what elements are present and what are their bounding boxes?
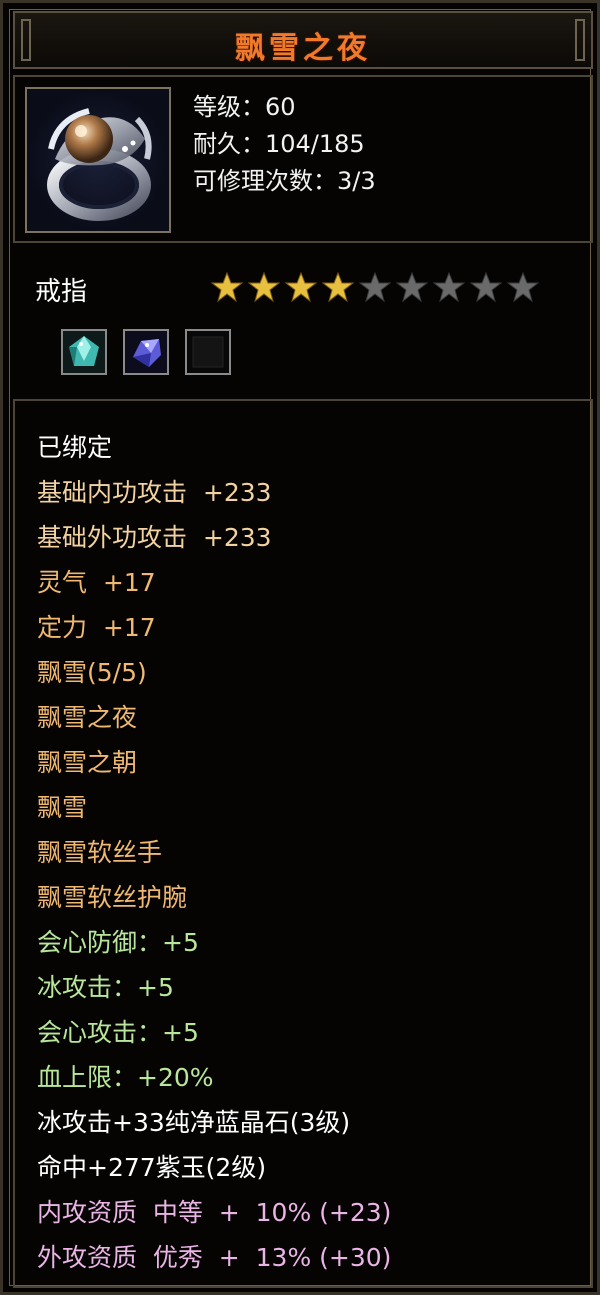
detail-line: 飘雪 bbox=[37, 793, 88, 822]
detail-line: 会心防御：+5 bbox=[37, 928, 199, 957]
detail-line: 会心攻击：+5 bbox=[37, 1018, 199, 1047]
star-empty-icon bbox=[507, 271, 539, 303]
star-filled-icon bbox=[285, 271, 317, 303]
repair-count-text: 可修理次数：3/3 bbox=[193, 167, 376, 195]
star-empty-icon bbox=[470, 271, 502, 303]
detail-line: 命中+277紫玉(2级) bbox=[37, 1153, 267, 1182]
detail-line: 已绑定 bbox=[37, 433, 113, 462]
item-type: 戒指 bbox=[35, 277, 88, 307]
star-filled-icon bbox=[248, 271, 280, 303]
star-rating bbox=[211, 271, 544, 305]
star-empty-icon bbox=[433, 271, 465, 303]
level-text: 等级：60 bbox=[193, 93, 296, 121]
star-filled-icon bbox=[211, 271, 243, 303]
durability-text: 耐久：104/185 bbox=[193, 130, 365, 158]
detail-line: 飘雪之夜 bbox=[37, 703, 138, 732]
detail-line: 飘雪之朝 bbox=[37, 748, 138, 777]
detail-line: 定力 +17 bbox=[37, 613, 156, 642]
detail-line: 外攻资质 优秀 + 13% (+30) bbox=[37, 1243, 392, 1272]
teal-gem-icon bbox=[63, 331, 105, 373]
detail-line: 冰攻击：+5 bbox=[37, 973, 174, 1002]
star-empty-icon bbox=[396, 271, 428, 303]
item-tooltip: 飘雪之夜 等级：60 耐久：104/185 可修理次数：3/3 戒指 已绑定 基… bbox=[0, 0, 600, 1295]
detail-line: 飘雪软丝护腕 bbox=[37, 883, 188, 912]
detail-line: 冰攻击+33纯净蓝晶石(3级) bbox=[37, 1108, 351, 1137]
blue-purple-gem-icon bbox=[125, 331, 167, 373]
detail-lines: 已绑定基础内功攻击 +233 基础外功攻击 +233 灵气 +17 定力 +17 飘雪(… bbox=[37, 425, 391, 1280]
title-bar: 飘雪之夜 bbox=[13, 11, 593, 69]
detail-line: 灵气 +17 bbox=[37, 568, 156, 597]
detail-line: 飘雪(5/5) bbox=[37, 658, 147, 687]
detail-line: 飘雪软丝手 bbox=[37, 838, 163, 867]
empty-socket-icon bbox=[187, 331, 229, 373]
silver-pearl-ring-icon bbox=[47, 108, 152, 221]
gem-slot-2[interactable] bbox=[123, 329, 169, 375]
detail-line: 基础外功攻击 +233 bbox=[37, 523, 272, 552]
detail-line: 基础内功攻击 +233 bbox=[37, 478, 272, 507]
item-details: 已绑定基础内功攻击 +233 基础外功攻击 +233 灵气 +17 定力 +17 飘雪(… bbox=[13, 399, 593, 1288]
star-filled-icon bbox=[322, 271, 354, 303]
star-empty-icon bbox=[359, 271, 391, 303]
detail-line: 内攻资质 中等 + 10% (+23) bbox=[37, 1198, 392, 1227]
item-name: 飘雪之夜 bbox=[235, 31, 371, 66]
gem-slot-1[interactable] bbox=[61, 329, 107, 375]
item-header: 等级：60 耐久：104/185 可修理次数：3/3 bbox=[13, 75, 593, 243]
gem-slot-3[interactable] bbox=[185, 329, 231, 375]
item-stats: 等级：60 耐久：104/185 可修理次数：3/3 bbox=[193, 89, 376, 200]
detail-line: 血上限：+20% bbox=[37, 1063, 214, 1092]
ring-icon-slot[interactable] bbox=[25, 87, 171, 233]
